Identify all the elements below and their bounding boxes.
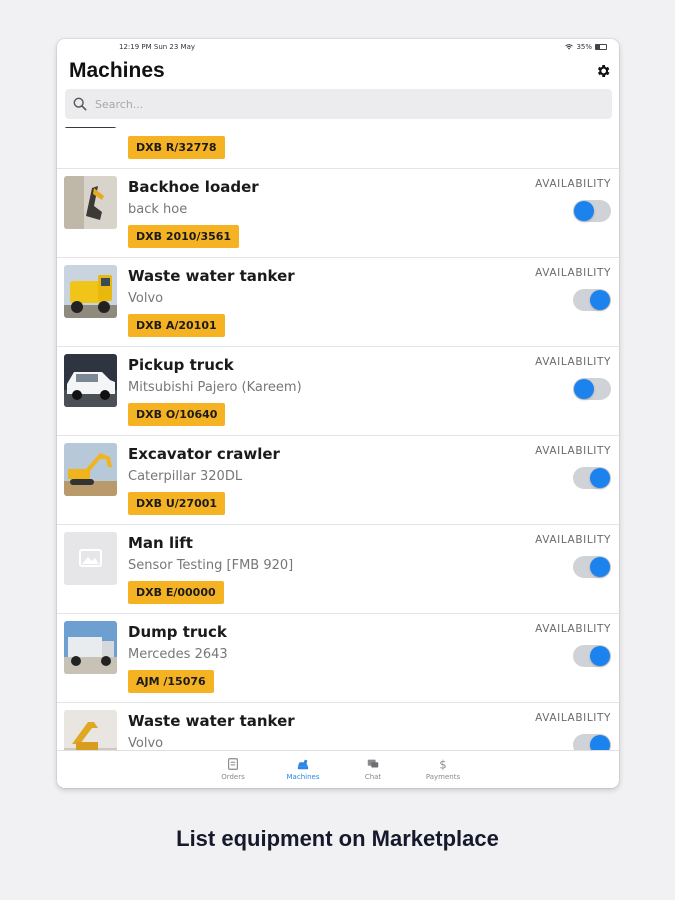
- machines-icon: [297, 759, 309, 770]
- image-placeholder-icon: [64, 532, 117, 585]
- toggle-knob: [590, 468, 610, 488]
- search-input[interactable]: [95, 97, 575, 111]
- plate-badge: DXB A/20101: [128, 314, 225, 337]
- availability-label: AVAILABILITY: [535, 178, 611, 190]
- svg-text:$: $: [439, 757, 446, 771]
- status-time: 12:19 PM Sun 23 May: [119, 43, 196, 51]
- list-item[interactable]: Backhoe loader back hoe DXB 2010/3561 AV…: [57, 169, 619, 258]
- machine-thumbnail: [64, 621, 117, 674]
- tab-label: Chat: [364, 773, 382, 781]
- machine-photo: [64, 127, 117, 128]
- machine-name: Man lift: [128, 534, 193, 552]
- availability-toggle[interactable]: [573, 467, 611, 489]
- list-item[interactable]: DXB R/32778: [57, 127, 619, 169]
- pickup-photo: [64, 354, 117, 407]
- toggle-knob: [590, 646, 610, 666]
- tab-label: Orders: [221, 773, 245, 781]
- backhoe-photo: [64, 176, 117, 229]
- machine-name: Waste water tanker: [128, 712, 295, 730]
- machine-description: Sensor Testing [FMB 920]: [128, 558, 294, 573]
- plate-badge: AJM /15076: [128, 670, 214, 693]
- device-screen: 12:19 PM Sun 23 May 35% Machines DXB R/3…: [57, 39, 619, 788]
- machine-thumbnail: [64, 176, 117, 229]
- machine-description: Volvo: [128, 291, 164, 306]
- list-item[interactable]: Man lift Sensor Testing [FMB 920] DXB E/…: [57, 525, 619, 614]
- wifi-icon: [565, 44, 574, 50]
- dump-truck-photo: [64, 621, 117, 674]
- availability-label: AVAILABILITY: [535, 534, 611, 546]
- list-item[interactable]: Excavator crawler Caterpillar 320DL DXB …: [57, 436, 619, 525]
- search-icon: [73, 97, 87, 111]
- machine-description: back hoe: [128, 202, 188, 217]
- availability-label: AVAILABILITY: [535, 623, 611, 635]
- orders-icon: [228, 758, 238, 770]
- list-item[interactable]: Waste water tanker Volvo DXB A/20101 AVA…: [57, 258, 619, 347]
- machine-thumbnail: [64, 443, 117, 496]
- toggle-knob: [574, 201, 594, 221]
- availability-toggle[interactable]: [573, 645, 611, 667]
- list-item[interactable]: Waste water tanker Volvo AVAILABILITY: [57, 703, 619, 750]
- tanker-photo: [64, 265, 117, 318]
- toggle-knob: [590, 290, 610, 310]
- availability-toggle[interactable]: [573, 556, 611, 578]
- machine-thumbnail: [64, 710, 117, 750]
- machine-thumbnail: [64, 354, 117, 407]
- marketing-caption: List equipment on Marketplace: [176, 826, 499, 851]
- availability-toggle[interactable]: [573, 734, 611, 750]
- plate-badge: DXB R/32778: [128, 136, 225, 159]
- machine-name: Dump truck: [128, 623, 227, 641]
- availability-toggle[interactable]: [573, 200, 611, 222]
- tab-label: Machines: [286, 773, 320, 781]
- availability-toggle[interactable]: [573, 378, 611, 400]
- tab-orders[interactable]: Orders: [203, 757, 263, 781]
- machine-name: Waste water tanker: [128, 267, 295, 285]
- machine-thumbnail: [64, 265, 117, 318]
- plate-badge: DXB U/27001: [128, 492, 226, 515]
- machine-description: Mitsubishi Pajero (Kareem): [128, 380, 302, 395]
- machine-description: Mercedes 2643: [128, 647, 228, 662]
- availability-label: AVAILABILITY: [535, 267, 611, 279]
- tab-chat[interactable]: Chat: [343, 757, 403, 781]
- availability-label: AVAILABILITY: [535, 712, 611, 724]
- machine-name: Backhoe loader: [128, 178, 259, 196]
- gear-icon[interactable]: [595, 63, 611, 79]
- tab-payments[interactable]: $ Payments: [413, 757, 473, 781]
- tab-label: Payments: [425, 773, 461, 781]
- machine-list[interactable]: DXB R/32778 Backhoe loader back hoe DXB …: [57, 127, 619, 750]
- availability-label: AVAILABILITY: [535, 445, 611, 457]
- search-bar[interactable]: [65, 89, 612, 119]
- machine-description: Volvo: [128, 736, 164, 750]
- status-right: 35%: [565, 43, 607, 51]
- toggle-knob: [574, 379, 594, 399]
- machine-description: Caterpillar 320DL: [128, 469, 243, 484]
- tanker-photo: [64, 710, 117, 750]
- toggle-knob: [590, 735, 610, 750]
- plate-badge: DXB O/10640: [128, 403, 226, 426]
- chat-icon: [367, 759, 379, 768]
- battery-percent: 35%: [576, 43, 592, 51]
- excavator-photo: [64, 443, 117, 496]
- battery-icon: [595, 44, 607, 50]
- list-item[interactable]: Dump truck Mercedes 2643 AJM /15076 AVAI…: [57, 614, 619, 703]
- availability-label: AVAILABILITY: [535, 356, 611, 368]
- status-bar: 12:19 PM Sun 23 May 35%: [57, 39, 619, 53]
- availability-toggle[interactable]: [573, 289, 611, 311]
- list-item[interactable]: Pickup truck Mitsubishi Pajero (Kareem) …: [57, 347, 619, 436]
- machine-name: Pickup truck: [128, 356, 234, 374]
- plate-badge: DXB E/00000: [128, 581, 224, 604]
- tab-machines[interactable]: Machines: [273, 757, 333, 781]
- page-title: Machines: [69, 59, 165, 82]
- tab-bar: Orders Machines Chat $ Payments: [57, 750, 619, 788]
- battery-fill: [596, 45, 600, 49]
- machine-name: Excavator crawler: [128, 445, 280, 463]
- machine-thumbnail: [64, 127, 117, 128]
- plate-badge: DXB 2010/3561: [128, 225, 240, 248]
- dollar-icon: $: [439, 757, 446, 771]
- toggle-knob: [590, 557, 610, 577]
- machine-thumbnail: [64, 532, 117, 585]
